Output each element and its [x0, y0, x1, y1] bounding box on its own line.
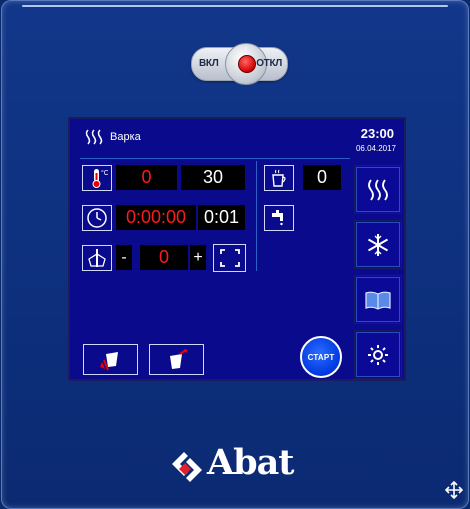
- timer-set[interactable]: 0:01: [198, 205, 245, 230]
- book-icon: [365, 291, 391, 310]
- top-highlight: [22, 5, 448, 7]
- expand-icon[interactable]: [213, 244, 246, 272]
- power-off-label: ОТКЛ: [256, 58, 282, 69]
- gear-icon: [368, 344, 388, 365]
- power-switch[interactable]: ВКЛ ОТКЛ: [191, 43, 288, 85]
- temperature-setpoint[interactable]: 30: [181, 165, 245, 190]
- logo-mark-icon: [172, 452, 202, 482]
- clock-time: 23:00: [360, 126, 394, 141]
- cup-icon[interactable]: [264, 165, 294, 191]
- brand-logo: Abat: [168, 442, 308, 490]
- actual-temperature: 0: [116, 165, 177, 190]
- divider-vertical: [256, 161, 257, 271]
- pour-in-icon: [169, 348, 188, 369]
- logo-text: Abat: [207, 442, 294, 483]
- faucet-icon[interactable]: [264, 205, 294, 231]
- snowflake-icon: [367, 233, 389, 256]
- move-handle-icon[interactable]: [444, 480, 464, 500]
- probe-minus-button[interactable]: -: [116, 245, 132, 270]
- touch-screen: Варка 23:00 06.04.2017 °C 0 30 0:00:00 0…: [68, 117, 406, 381]
- pour-out-button[interactable]: [83, 344, 138, 375]
- humidity-value[interactable]: 0: [303, 165, 341, 190]
- thermometer-icon[interactable]: °C: [82, 165, 112, 191]
- svg-text:°C: °C: [101, 169, 108, 177]
- mode-label: Варка: [110, 131, 141, 143]
- power-on-label: ВКЛ: [199, 58, 219, 69]
- divider: [80, 158, 350, 159]
- start-button[interactable]: СТАРТ: [300, 336, 342, 378]
- control-panel: ВКЛ ОТКЛ Варка 23:00 06.04.2017 °C 0 30 …: [1, 0, 469, 509]
- clock-date: 06.04.2017: [355, 144, 396, 153]
- probe-plus-button[interactable]: +: [190, 245, 206, 270]
- steam-icon: [368, 178, 388, 201]
- power-indicator: [238, 55, 256, 73]
- steam-mode-button[interactable]: [354, 165, 402, 214]
- cooling-mode-button[interactable]: [354, 220, 402, 269]
- steam-icon: [84, 128, 104, 151]
- probe-value: 0: [140, 245, 188, 270]
- timer-elapsed: 0:00:00: [116, 205, 196, 230]
- pour-out-icon: [99, 351, 118, 370]
- clock-icon[interactable]: [82, 205, 112, 231]
- recipe-book-button[interactable]: [354, 275, 402, 324]
- settings-button[interactable]: [354, 330, 402, 379]
- pour-in-button[interactable]: [149, 344, 204, 375]
- probe-icon[interactable]: [82, 245, 112, 271]
